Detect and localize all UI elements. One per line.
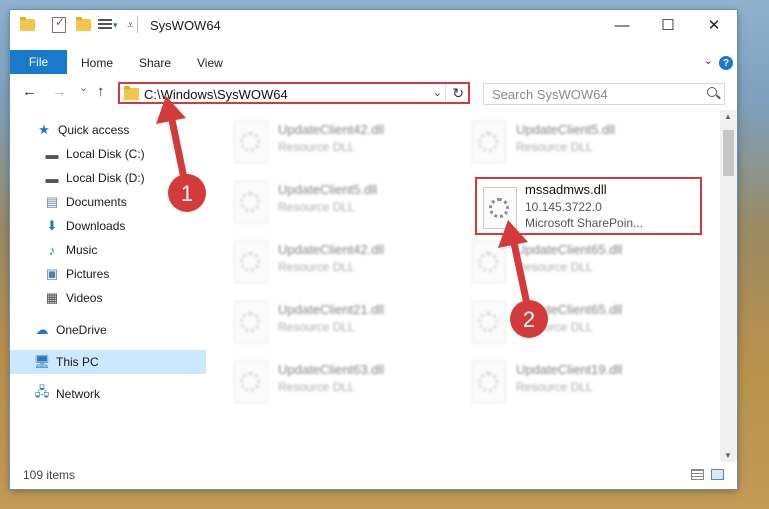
- annotation-overlay: [156, 96, 548, 338]
- arrow-1: [156, 96, 190, 192]
- arrow-2: [498, 220, 531, 308]
- step-1-label: 1: [180, 181, 194, 206]
- step-2-label: 2: [522, 307, 536, 332]
